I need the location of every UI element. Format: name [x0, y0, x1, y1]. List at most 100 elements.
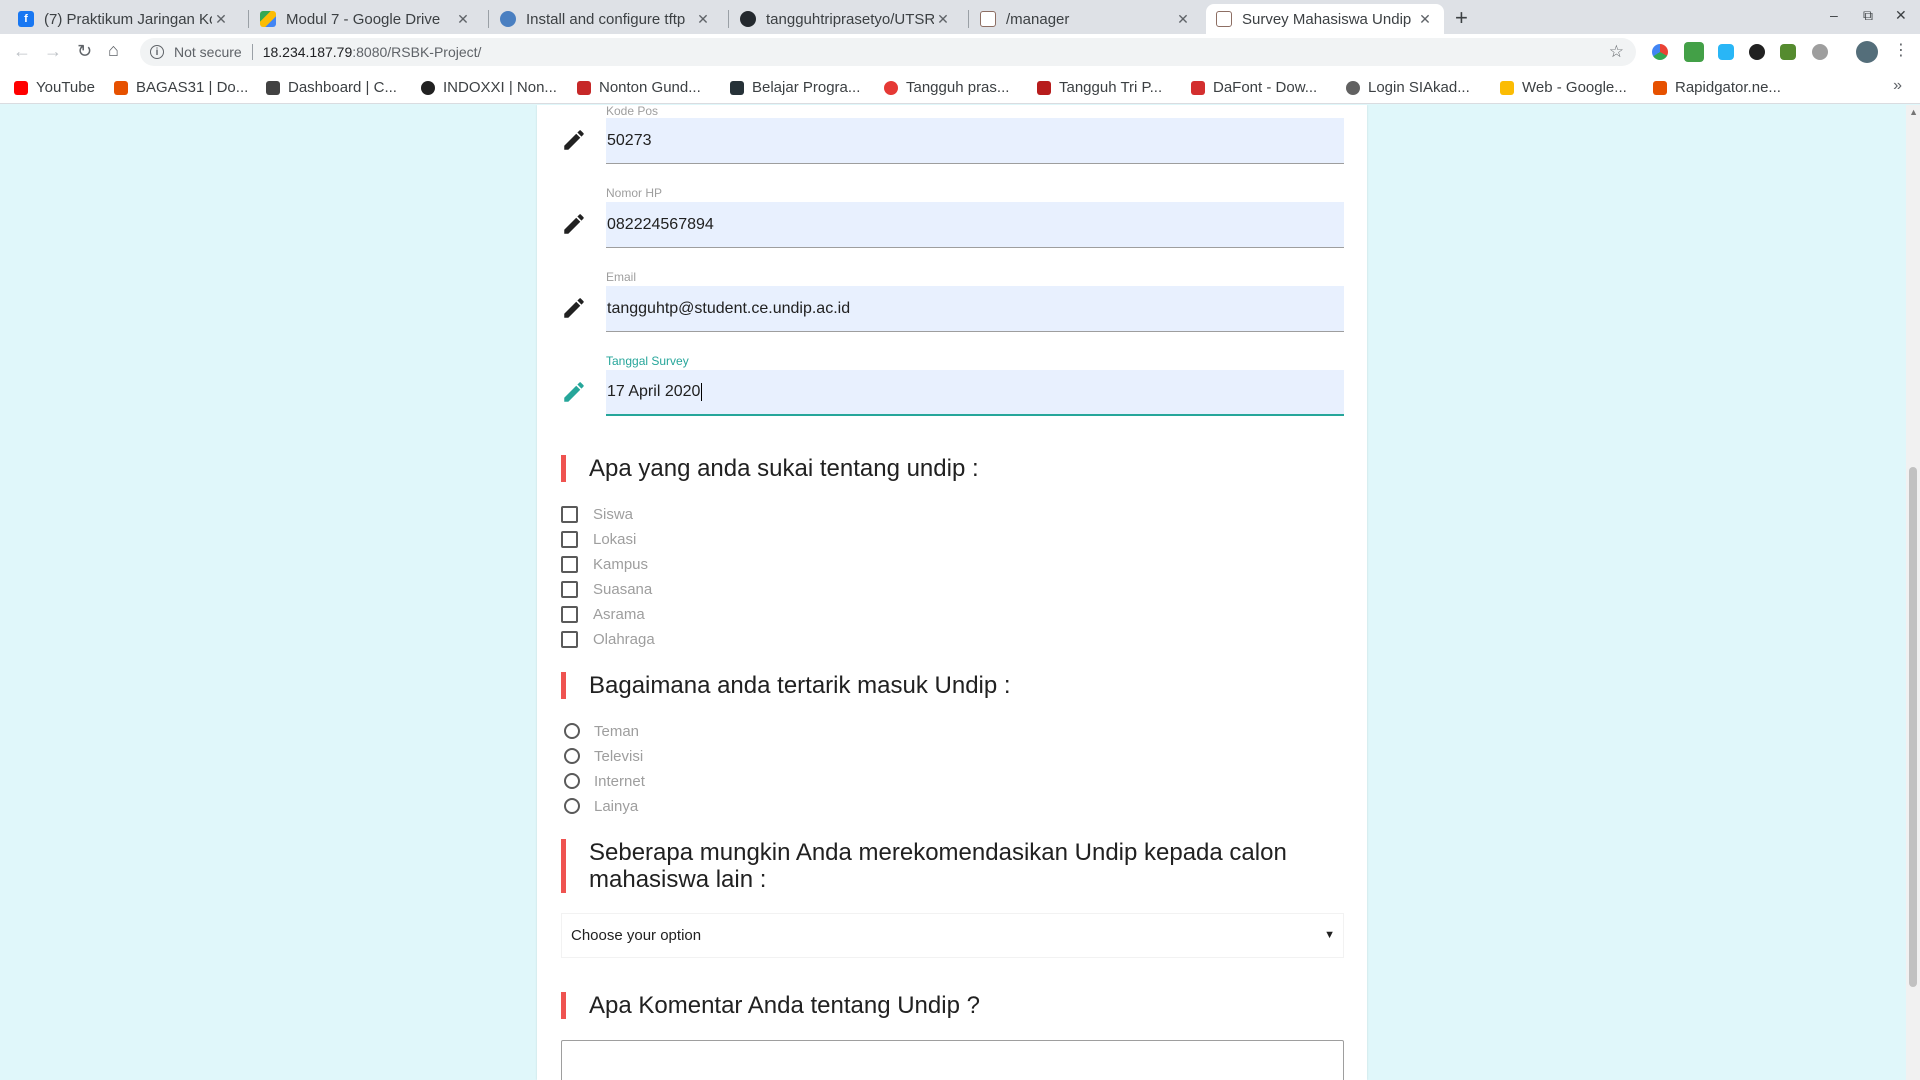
code-icon: [730, 80, 744, 95]
close-icon[interactable]: ✕: [694, 11, 712, 28]
close-icon[interactable]: ✕: [934, 11, 952, 28]
forward-arrow-icon[interactable]: →: [44, 41, 62, 62]
question-heading-suka: Apa yang anda sukai tentang undip :: [561, 455, 1351, 482]
radio-button[interactable]: [564, 773, 580, 789]
tomcat-icon: [980, 11, 996, 27]
bookmark-tangguh-tri[interactable]: Tangguh Tri P...: [1037, 79, 1162, 96]
tab-praktikum[interactable]: f (7) Praktikum Jaringan Ko ✕: [8, 4, 240, 34]
back-arrow-icon[interactable]: ←: [13, 41, 31, 62]
bookmark-siakad[interactable]: Login SIAkad...: [1346, 79, 1470, 96]
close-icon[interactable]: ✕: [1174, 11, 1192, 28]
home-icon[interactable]: ⌂: [108, 40, 119, 61]
tab-github[interactable]: tangguhtriprasetyo/UTSR ✕: [730, 4, 962, 34]
more-menu-icon[interactable]: ⋮: [1893, 40, 1909, 60]
address-bar[interactable]: i Not secure 18.234.187.79 :8080/RSBK-Pr…: [140, 38, 1636, 66]
checkbox-option[interactable]: Asrama: [561, 603, 645, 625]
recommendation-select[interactable]: Choose your option ▼: [561, 913, 1344, 958]
dashboard-icon: [266, 80, 280, 95]
kode-pos-input[interactable]: 50273: [606, 118, 1344, 164]
browser-toolbar: ← → ↻ ⌂ i Not secure 18.234.187.79 :8080…: [0, 34, 1920, 70]
extension-circle-icon[interactable]: [1812, 44, 1828, 60]
checkbox-option[interactable]: Lokasi: [561, 528, 636, 550]
radio-option[interactable]: Lainya: [561, 795, 638, 817]
radio-option[interactable]: Televisi: [561, 745, 643, 767]
scroll-up-arrow-icon[interactable]: ▲: [1909, 107, 1918, 117]
extension-color-icon[interactable]: [1652, 44, 1668, 60]
tab-survey-active[interactable]: Survey Mahasiswa Undip ✕: [1206, 4, 1444, 34]
bookmark-rapidgator[interactable]: Rapidgator.ne...: [1653, 79, 1781, 96]
checkbox-option[interactable]: Siswa: [561, 503, 633, 525]
close-icon[interactable]: ✕: [454, 11, 472, 28]
bookmark-dafont[interactable]: DaFont - Dow...: [1191, 79, 1317, 96]
bookmark-youtube[interactable]: YouTube: [14, 79, 95, 96]
field-kode-pos: Kode Pos 50273: [537, 105, 1367, 164]
bookmark-nonton-gundam[interactable]: Nonton Gund...: [577, 79, 701, 96]
field-label: Kode Pos: [606, 105, 659, 118]
radio-button[interactable]: [564, 723, 580, 739]
pencil-icon: [564, 382, 584, 402]
cube-icon: [1037, 80, 1051, 95]
bookmark-belajar-programming[interactable]: Belajar Progra...: [730, 79, 860, 96]
siakad-icon: [1346, 80, 1360, 95]
minimize-button[interactable]: –: [1830, 7, 1838, 23]
extension-shield-icon[interactable]: [1780, 44, 1796, 60]
bookmark-star-icon[interactable]: ☆: [1609, 42, 1624, 62]
url-path: :8080/RSBK-Project/: [352, 44, 482, 60]
tab-divider: [488, 10, 489, 28]
checkbox[interactable]: [561, 555, 578, 573]
tanggal-survey-value: 17 April 2020: [607, 383, 701, 400]
select-value: Choose your option: [571, 927, 702, 944]
checkbox-option[interactable]: Suasana: [561, 578, 652, 600]
checkbox[interactable]: [561, 630, 578, 648]
comment-textarea[interactable]: [561, 1040, 1344, 1080]
bookmark-bagas31[interactable]: BAGAS31 | Do...: [114, 79, 248, 96]
bookmarks-overflow-icon[interactable]: »: [1893, 77, 1902, 95]
field-label: Email: [606, 270, 637, 284]
checkbox[interactable]: [561, 530, 578, 548]
bookmark-dashboard[interactable]: Dashboard | C...: [266, 79, 397, 96]
checkbox-option[interactable]: Olahraga: [561, 628, 655, 650]
bookmark-indoxxi[interactable]: INDOXXI | Non...: [421, 79, 557, 96]
reload-icon[interactable]: ↻: [77, 41, 92, 62]
checkbox[interactable]: [561, 580, 578, 598]
pencil-icon: [564, 214, 584, 234]
tanggal-survey-input[interactable]: 17 April 2020: [606, 370, 1344, 416]
extension-download-icon[interactable]: [1718, 44, 1734, 60]
field-label: Tanggal Survey: [606, 354, 689, 368]
scrollbar[interactable]: ▲: [1906, 105, 1920, 1080]
page-viewport: Kode Pos 50273 Nomor HP 082224567894 Ema…: [0, 105, 1920, 1080]
tab-manager[interactable]: /manager ✕: [970, 4, 1202, 34]
ring-icon: [884, 80, 898, 95]
bookmark-tangguh-pras[interactable]: Tangguh pras...: [884, 79, 1009, 96]
checkbox-option[interactable]: Kampus: [561, 553, 648, 575]
close-icon[interactable]: ✕: [1416, 11, 1434, 28]
info-icon[interactable]: i: [150, 45, 164, 59]
extension-bird-icon[interactable]: [1749, 44, 1765, 60]
profile-avatar[interactable]: [1856, 41, 1878, 63]
maximize-button[interactable]: ⧉: [1863, 7, 1873, 24]
indoxxi-icon: [421, 80, 435, 95]
dafont-icon: [1191, 80, 1205, 95]
pencil-icon: [564, 130, 584, 150]
tab-google-drive[interactable]: Modul 7 - Google Drive ✕: [250, 4, 482, 34]
radio-button[interactable]: [564, 748, 580, 764]
new-tab-button[interactable]: +: [1455, 5, 1468, 31]
radio-button[interactable]: [564, 798, 580, 814]
radio-option[interactable]: Teman: [561, 720, 639, 742]
window-close-button[interactable]: ✕: [1895, 7, 1907, 24]
nomor-hp-input[interactable]: 082224567894: [606, 202, 1344, 248]
scrollbar-thumb[interactable]: [1909, 467, 1917, 987]
field-tanggal-survey: Tanggal Survey 17 April 2020: [537, 352, 1367, 424]
checkbox[interactable]: [561, 605, 578, 623]
extension-badge-icon[interactable]: [1684, 42, 1704, 62]
close-icon[interactable]: ✕: [212, 11, 230, 28]
checkbox[interactable]: [561, 505, 578, 523]
bagas31-icon: [114, 80, 128, 95]
pencil-icon: [564, 298, 584, 318]
bookmarks-bar: YouTube BAGAS31 | Do... Dashboard | C...…: [0, 70, 1920, 104]
email-input[interactable]: tangguhtp@student.ce.undip.ac.id: [606, 286, 1344, 332]
tab-tftp[interactable]: Install and configure tftp ✕: [490, 4, 722, 34]
bookmark-web-google[interactable]: Web - Google...: [1500, 79, 1627, 96]
radio-option[interactable]: Internet: [561, 770, 645, 792]
address-divider: [251, 44, 253, 60]
